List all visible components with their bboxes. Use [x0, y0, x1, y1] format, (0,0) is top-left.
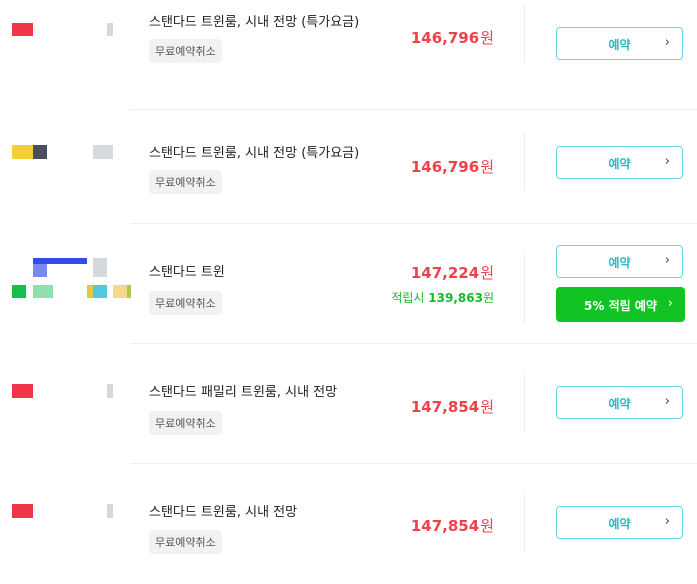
- book-button[interactable]: 예약 ›: [556, 506, 683, 539]
- divider: [524, 133, 525, 191]
- room-listing: 스탠다드 트윈룸, 시내 전망 (특가요금) 무료예약취소 146,796원 예…: [0, 0, 697, 110]
- provider-logo: [12, 382, 132, 442]
- book-button[interactable]: 예약 ›: [556, 27, 683, 60]
- free-cancel-badge: 무료예약취소: [149, 39, 222, 63]
- chevron-right-icon: ›: [667, 296, 673, 311]
- room-listing: 스탠다드 패밀리 트윈룸, 시내 전망 무료예약취소 147,854원 예약 ›: [0, 344, 697, 464]
- book-button[interactable]: 예약 ›: [556, 245, 683, 278]
- provider-logo: [12, 20, 132, 80]
- provider-logo: [12, 257, 132, 317]
- room-name: 스탠다드 트윈룸, 시내 전망: [149, 505, 298, 520]
- chevron-right-icon: ›: [664, 154, 670, 169]
- divider: [524, 494, 525, 552]
- provider-logo: [12, 502, 132, 562]
- chevron-right-icon: ›: [664, 394, 670, 409]
- chevron-right-icon: ›: [664, 35, 670, 50]
- price: 147,224원: [410, 264, 494, 282]
- room-listing: 스탠다드 트윈룸, 시내 전망 무료예약취소 147,854원 예약 ›: [0, 464, 697, 584]
- divider: [524, 5, 525, 63]
- chevron-right-icon: ›: [664, 514, 670, 529]
- free-cancel-badge: 무료예약취소: [149, 291, 222, 315]
- price: 147,854원: [410, 517, 494, 535]
- free-cancel-badge: 무료예약취소: [149, 411, 222, 435]
- book-button[interactable]: 예약 ›: [556, 146, 683, 179]
- room-name: 스탠다드 트윈: [149, 265, 225, 280]
- free-cancel-badge: 무료예약취소: [149, 530, 222, 554]
- free-cancel-badge: 무료예약취소: [149, 170, 222, 194]
- room-listing: 스탠다드 트윈 무료예약취소 147,224원 적립시 139,863원 예약 …: [0, 224, 697, 344]
- room-listing: 스탠다드 트윈룸, 시내 전망 (특가요금) 무료예약취소 146,796원 예…: [0, 103, 697, 224]
- price: 146,796원: [410, 29, 494, 47]
- book-button[interactable]: 예약 ›: [556, 386, 683, 419]
- room-name: 스탠다드 트윈룸, 시내 전망 (특가요금): [149, 146, 360, 161]
- chevron-right-icon: ›: [664, 253, 670, 268]
- room-name: 스탠다드 트윈룸, 시내 전망 (특가요금): [149, 15, 360, 30]
- point-price: 적립시 139,863원: [391, 291, 494, 305]
- price: 146,796원: [410, 158, 494, 176]
- provider-logo: [12, 143, 132, 203]
- room-name: 스탠다드 패밀리 트윈룸, 시내 전망: [149, 385, 338, 400]
- divider: [524, 374, 525, 432]
- point-reserve-button[interactable]: 5% 적립 예약 ›: [556, 287, 685, 322]
- divider: [524, 254, 525, 324]
- price: 147,854원: [410, 398, 494, 416]
